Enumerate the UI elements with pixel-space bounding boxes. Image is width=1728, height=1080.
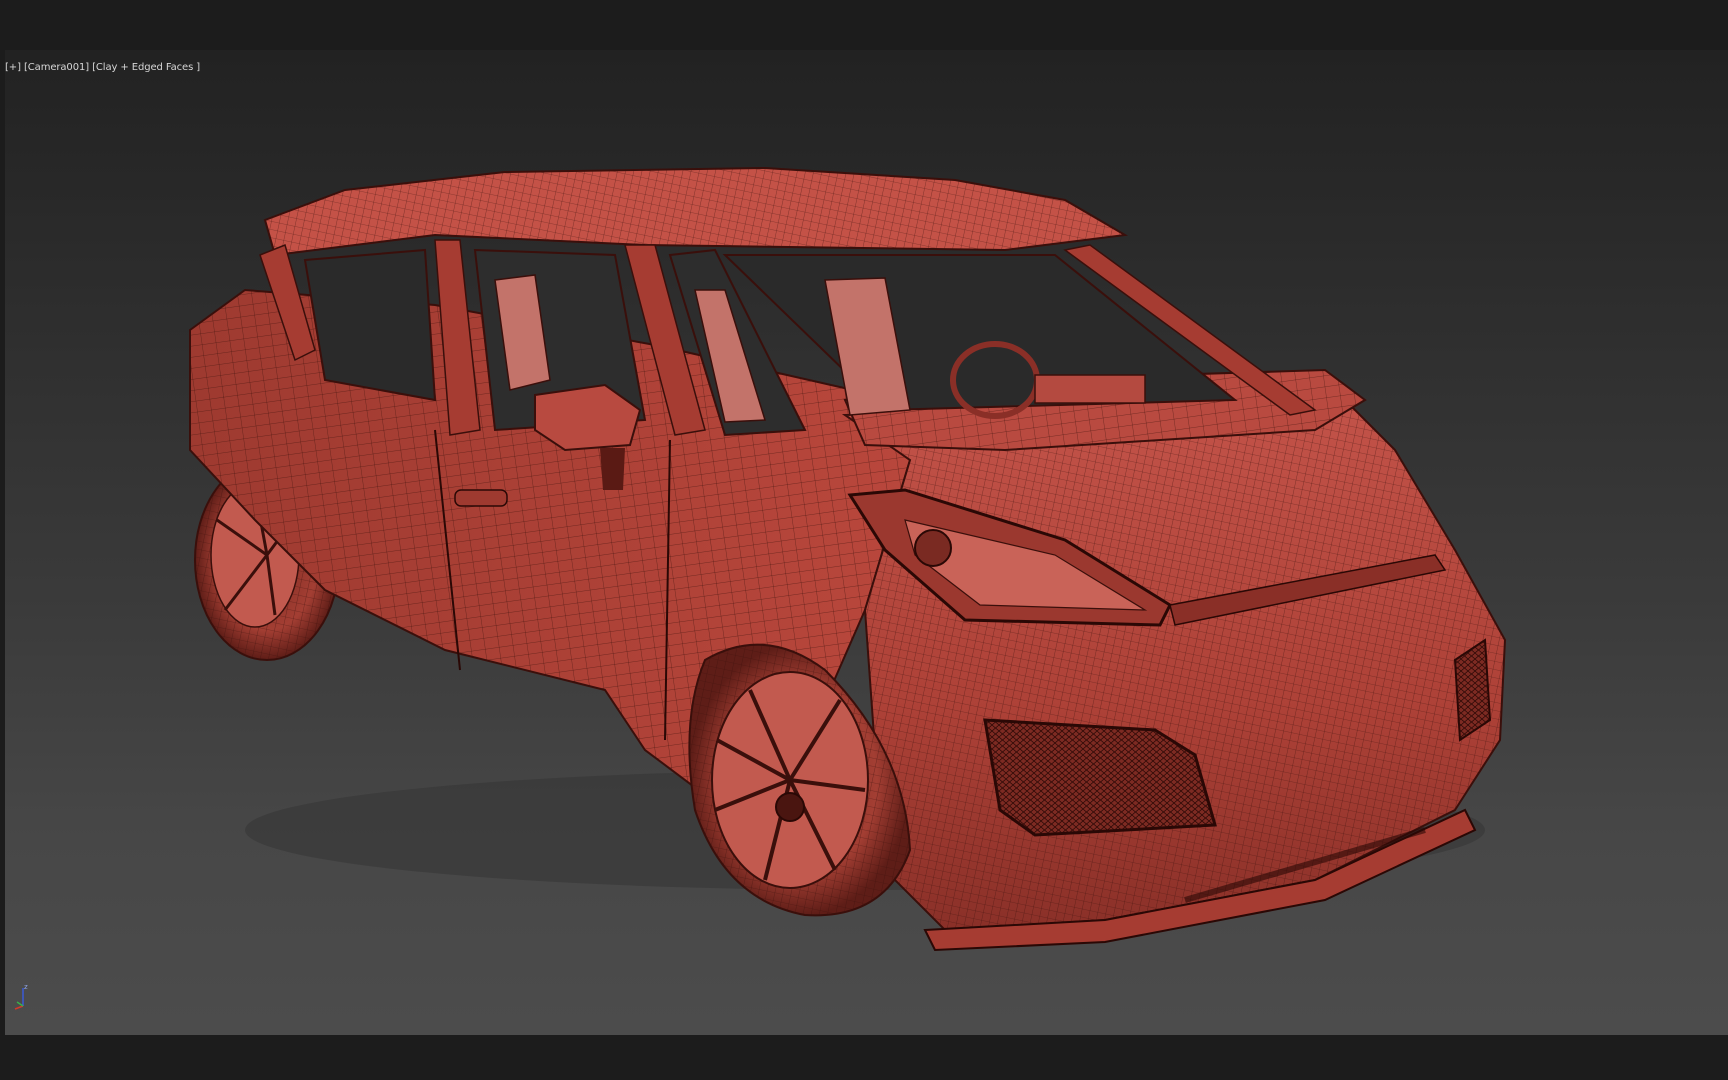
axis-z-label: z [24, 983, 28, 991]
bottom-bar [0, 1035, 1728, 1080]
car-model[interactable] [5, 50, 1728, 1035]
camera-viewport[interactable]: [+] [Camera001] [Clay + Edged Faces ] z [5, 50, 1728, 1035]
application-window: [+] [Camera001] [Clay + Edged Faces ] z [0, 0, 1728, 1080]
axis-gizmo-icon: z [14, 983, 28, 1010]
